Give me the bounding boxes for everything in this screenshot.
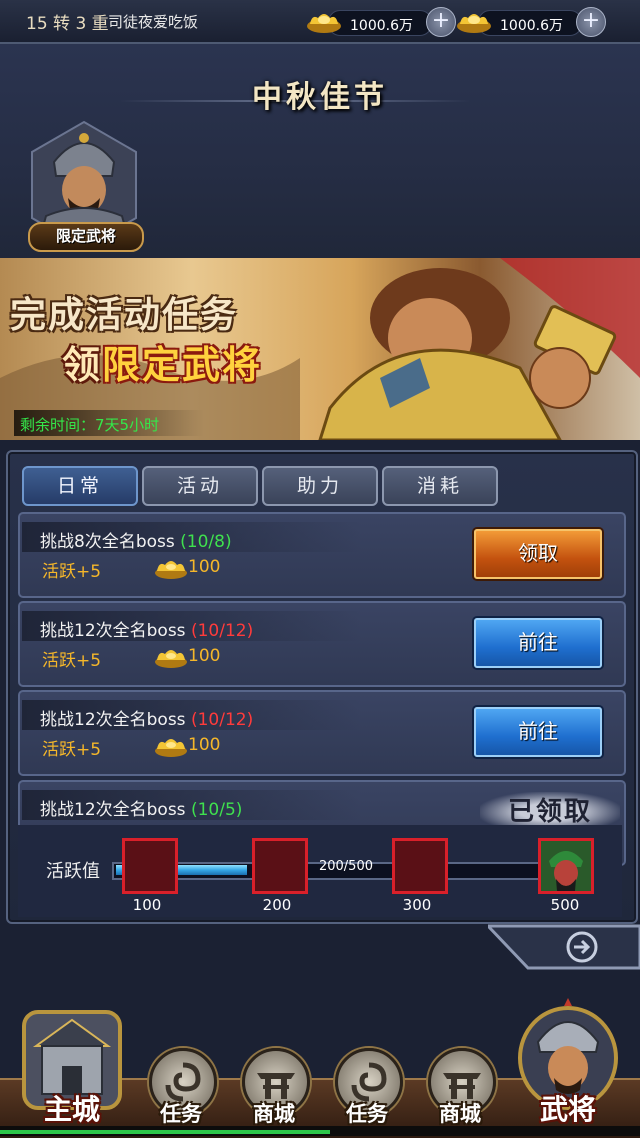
milestone-reward-box[interactable] (252, 838, 308, 894)
gold-ingot-icon (155, 561, 187, 579)
nav-label-tasks[interactable]: 任务 (136, 1098, 226, 1128)
task-title: 挑战12次全名boss (40, 800, 186, 820)
task-name: 挑战12次全名boss (10/5) (40, 795, 242, 820)
task-activity-reward: 活跃+5 (42, 740, 102, 760)
currency-gold-2: 1000.6万 + (456, 6, 606, 37)
activity-label: 活跃值 (46, 861, 100, 882)
back-button[interactable] (488, 924, 640, 970)
milestone-value: 300 (402, 896, 432, 914)
task-name: 挑战8次全名boss (10/8) (40, 527, 232, 552)
gold-ingot-icon (457, 14, 491, 33)
task-gold-reward: 100 (188, 646, 221, 666)
tab-daily[interactable]: 日常 (22, 466, 138, 506)
tab-assist[interactable]: 助力 (262, 466, 378, 506)
nav-label-tasks-2[interactable]: 任务 (322, 1098, 412, 1128)
currency-gold-1: 1000.6万 + (306, 6, 456, 37)
banner-headline: 完成活动任务 (10, 294, 239, 336)
activity-progress-text: 200/500 (318, 859, 373, 874)
task-activity-reward: 活跃+5 (42, 562, 102, 582)
task-progress: (10/8) (180, 532, 232, 552)
general-avatar-icon (541, 841, 591, 891)
task-gold-reward: 100 (188, 735, 221, 755)
tab-events[interactable]: 活动 (142, 466, 258, 506)
task-activity-reward: 活跃+5 (42, 651, 102, 671)
goto-button[interactable]: 前往 (474, 618, 602, 668)
banner-subheadline-prefix: 领 (62, 342, 103, 387)
event-title: 中秋佳节 (252, 80, 388, 115)
limited-general-label[interactable]: 限定武将 (28, 222, 144, 252)
task-progress: (10/12) (190, 621, 254, 641)
gold-ingot-icon (155, 739, 187, 757)
nav-label-shop[interactable]: 商城 (229, 1098, 319, 1128)
claim-button[interactable]: 领取 (474, 529, 602, 579)
player-level: 15 转 3 重 (26, 14, 109, 34)
banner-subheadline-highlight: 限定武将 (102, 342, 263, 387)
task-name: 挑战12次全名boss (10/12) (40, 705, 253, 730)
milestone-reward-box[interactable] (122, 838, 178, 894)
add-currency-button[interactable]: + (426, 7, 456, 37)
task-title: 挑战12次全名boss (40, 621, 186, 641)
generals-label[interactable]: 武将 (518, 1088, 618, 1128)
task-progress: (10/12) (190, 710, 254, 730)
task-row: 挑战8次全名boss (10/8) 活跃+5 100 领取 (18, 512, 626, 598)
tab-consume[interactable]: 消耗 (382, 466, 498, 506)
task-progress: (10/5) (190, 800, 243, 820)
task-gold-reward: 100 (188, 557, 221, 577)
task-name: 挑战12次全名boss (10/12) (40, 616, 253, 641)
task-title: 挑战8次全名boss (40, 532, 175, 552)
loading-strip (0, 1130, 330, 1134)
nav-label-shop-2[interactable]: 商城 (415, 1098, 505, 1128)
milestone-value: 200 (262, 896, 292, 914)
milestone-reward-general[interactable] (538, 838, 594, 894)
gold-ingot-icon (155, 650, 187, 668)
milestone-value: 100 (132, 896, 162, 914)
main-city-label[interactable]: 主城 (22, 1088, 122, 1128)
task-row: 挑战12次全名boss (10/12) 活跃+5 100 前往 (18, 690, 626, 776)
goto-button[interactable]: 前往 (474, 707, 602, 757)
currency-value: 1000.6万 (500, 18, 563, 34)
milestone-value: 500 (550, 896, 580, 914)
currency-value: 1000.6万 (350, 18, 413, 34)
remaining-time: 剩余时间：7天5小时 (20, 416, 160, 434)
player-name: 司徒夜爱吃饭 (108, 13, 199, 31)
task-title: 挑战12次全名boss (40, 710, 186, 730)
gold-ingot-icon (307, 14, 341, 33)
milestone-reward-box[interactable] (392, 838, 448, 894)
add-currency-button[interactable]: + (576, 7, 606, 37)
banner-subheadline: 领限定武将 (62, 334, 262, 389)
task-row: 挑战12次全名boss (10/12) 活跃+5 100 前往 (18, 601, 626, 687)
